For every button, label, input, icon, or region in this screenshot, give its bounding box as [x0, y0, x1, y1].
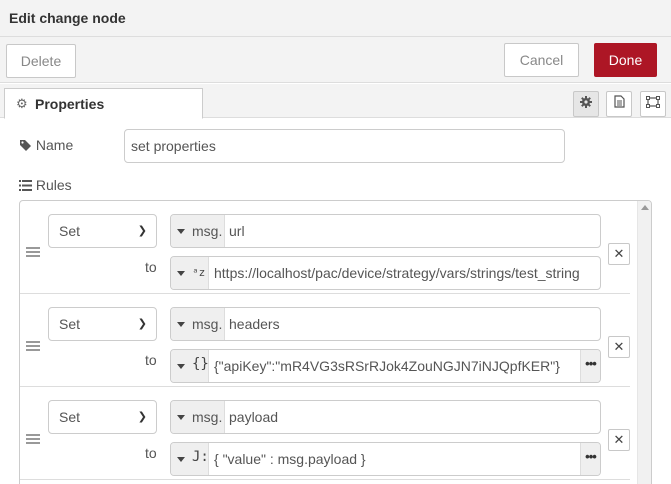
json-type-icon: {}	[192, 356, 209, 372]
rule-value-input[interactable]: {} {"apiKey":"mR4VG3sRSrRJok4ZouNGJN7iNJ…	[170, 349, 601, 383]
chevron-down-icon: ❯	[137, 225, 147, 237]
expand-editor-button[interactable]: •••	[580, 350, 600, 382]
rule-row: Set ❯ msg. payload to J: { "value" : msg…	[20, 387, 630, 480]
rule-action-select[interactable]: Set ❯	[48, 400, 157, 434]
remove-rule-button[interactable]: ✕	[608, 243, 630, 265]
rule-target-input[interactable]: msg. url	[170, 214, 601, 248]
value-type-selector[interactable]: {}	[171, 350, 209, 382]
description-file-icon[interactable]	[606, 91, 632, 117]
caret-down-icon	[177, 229, 185, 234]
to-label: to	[145, 352, 157, 368]
rule-target-input[interactable]: msg. payload	[170, 400, 601, 434]
rule-action-value: Set	[59, 223, 81, 239]
rule-value-text: { "value" : msg.payload }	[214, 451, 366, 467]
target-type-selector[interactable]: msg.	[171, 308, 225, 340]
expand-editor-button[interactable]: •••	[580, 443, 600, 475]
scroll-up-icon[interactable]	[641, 205, 649, 210]
rules-label: Rules	[19, 177, 72, 193]
dialog-title: Edit change node	[9, 10, 126, 26]
tab-properties-label: Properties	[35, 96, 105, 112]
target-type-label: msg.	[192, 316, 223, 332]
to-label: to	[145, 259, 157, 275]
target-type-label: msg.	[192, 223, 223, 239]
rule-value-input[interactable]: J: { "value" : msg.payload } •••	[170, 442, 601, 476]
dialog-toolbar: Delete Cancel Done	[0, 37, 671, 83]
rule-value-text: {"apiKey":"mR4VG3sRSrRJok4ZouNGJN7iNJQpf…	[214, 358, 560, 374]
rule-action-value: Set	[59, 316, 81, 332]
appearance-frame-icon[interactable]	[640, 91, 666, 117]
remove-rule-button[interactable]: ✕	[608, 429, 630, 451]
close-icon: ✕	[613, 246, 625, 261]
caret-down-icon	[177, 271, 185, 276]
caret-down-icon	[177, 364, 185, 369]
rule-action-value: Set	[59, 409, 81, 425]
gear-icon: ⚙	[16, 96, 28, 111]
target-value: url	[229, 223, 245, 239]
value-type-selector[interactable]: J:	[171, 443, 209, 475]
value-type-selector[interactable]: ᵃz	[171, 257, 209, 289]
list-icon	[19, 177, 36, 193]
target-type-selector[interactable]: msg.	[171, 215, 225, 247]
caret-down-icon	[177, 322, 185, 327]
cancel-button[interactable]: Cancel	[504, 43, 579, 77]
target-value: payload	[229, 409, 279, 425]
rules-scrollbar[interactable]	[637, 201, 651, 484]
drag-handle-icon[interactable]	[26, 434, 40, 444]
properties-gear-icon[interactable]	[573, 91, 599, 117]
rule-value-input[interactable]: ᵃz https://localhost/pac/device/strategy…	[170, 256, 601, 290]
target-type-label: msg.	[192, 409, 223, 425]
rule-target-input[interactable]: msg. headers	[170, 307, 601, 341]
name-input[interactable]: set properties	[124, 129, 565, 163]
chevron-down-icon: ❯	[137, 411, 147, 423]
done-button[interactable]: Done	[594, 43, 657, 77]
tag-icon	[19, 137, 36, 153]
remove-rule-button[interactable]: ✕	[608, 336, 630, 358]
name-label-text: Name	[35, 137, 74, 153]
rule-row: Set ❯ msg. url to ᵃz https://localhost/p…	[20, 201, 630, 294]
string-type-icon: ᵃz	[192, 266, 206, 279]
drag-handle-icon[interactable]	[26, 247, 40, 257]
rule-value-text: https://localhost/pac/device/strategy/va…	[214, 265, 580, 281]
tab-properties[interactable]: ⚙ Properties	[4, 88, 203, 119]
jsonata-type-icon: J:	[192, 449, 209, 465]
close-icon: ✕	[613, 339, 625, 354]
target-value: headers	[229, 316, 280, 332]
rule-action-select[interactable]: Set ❯	[48, 214, 157, 248]
dialog-titlebar: Edit change node	[0, 0, 671, 37]
rules-list: Set ❯ msg. url to ᵃz https://localhost/p…	[19, 200, 652, 484]
to-label: to	[145, 445, 157, 461]
caret-down-icon	[177, 457, 185, 462]
tab-bar: ⚙ Properties	[0, 84, 671, 119]
drag-handle-icon[interactable]	[26, 341, 40, 351]
target-type-selector[interactable]: msg.	[171, 401, 225, 433]
close-icon: ✕	[613, 432, 625, 447]
delete-button[interactable]: Delete	[6, 44, 76, 78]
rules-label-text: Rules	[35, 177, 72, 193]
caret-down-icon	[177, 415, 185, 420]
rule-row: Set ❯ msg. headers to {} {"apiKey":"mR4V…	[20, 294, 630, 387]
chevron-down-icon: ❯	[137, 318, 147, 330]
rule-action-select[interactable]: Set ❯	[48, 307, 157, 341]
name-field-label: Name	[19, 137, 73, 153]
